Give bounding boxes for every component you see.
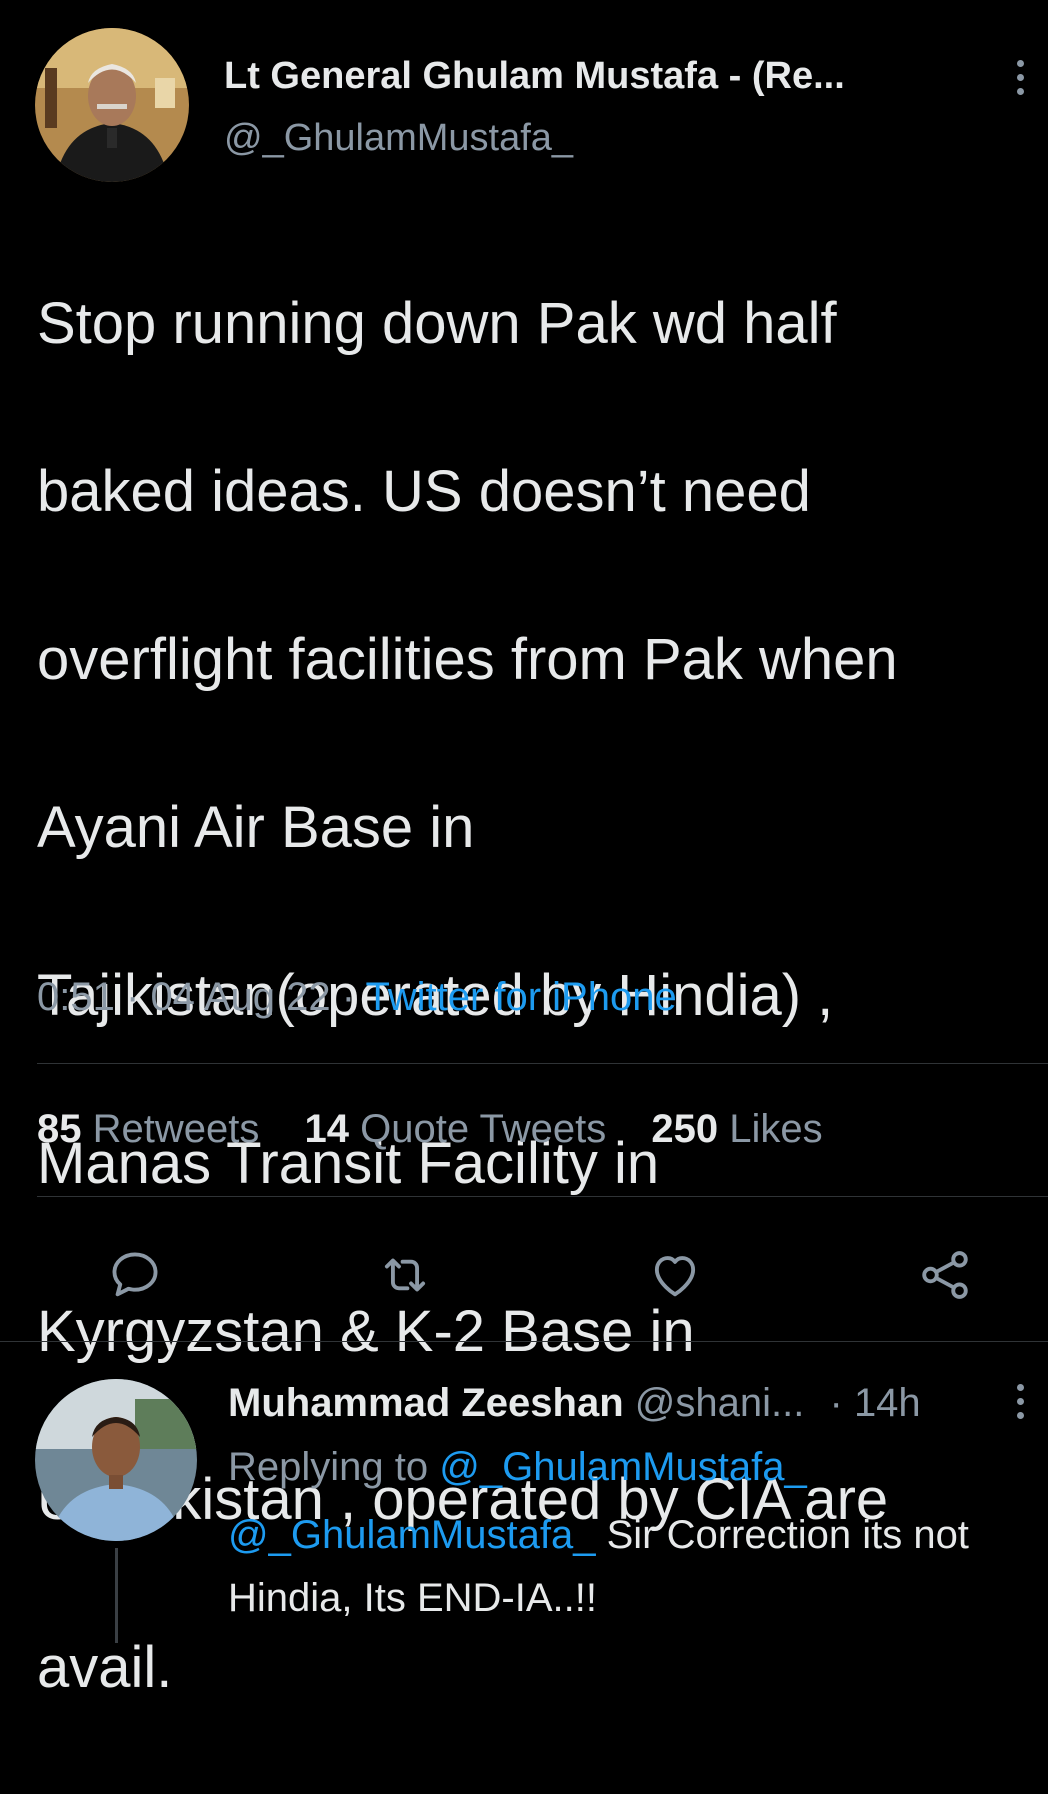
likes-count: 250 <box>651 1107 719 1151</box>
reply-button[interactable] <box>100 1240 170 1310</box>
meta-separator: · <box>125 975 140 1019</box>
replying-to-handle[interactable]: @_GhulamMustafa_ <box>439 1445 806 1489</box>
reply-separator: · <box>829 1381 843 1425</box>
tweet-text-line: overflight facilities from Pak when <box>37 627 898 692</box>
quote-tweets-label: Quote Tweets <box>360 1107 607 1151</box>
replying-to: Replying to @_GhulamMustafa_ <box>228 1445 807 1490</box>
reply-author-avatar[interactable] <box>35 1379 197 1541</box>
reply-text-part: Sir Correction its not <box>606 1513 969 1557</box>
heart-icon <box>654 1256 696 1297</box>
author-name[interactable]: Lt General Ghulam Mustafa - (Re... <box>224 55 845 98</box>
likes-stat[interactable]: 250 Likes <box>651 1107 822 1151</box>
reply-icon <box>112 1252 158 1297</box>
reply-text-line: Hindia, Its END-IA..!! <box>228 1576 597 1620</box>
share-button[interactable] <box>910 1240 980 1310</box>
reply-mention-link[interactable]: @_GhulamMustafa_ <box>228 1513 595 1557</box>
reply-author-name[interactable]: Muhammad Zeeshan <box>228 1381 624 1425</box>
quote-tweets-stat[interactable]: 14 Quote Tweets <box>305 1107 607 1151</box>
tweet-date[interactable]: 04 Aug 22 <box>150 975 330 1019</box>
retweet-button[interactable] <box>370 1240 440 1310</box>
author-handle[interactable]: @_GhulamMustafa_ <box>224 117 573 160</box>
divider <box>37 1196 1048 1197</box>
tweet-meta: 0:51 · 04 Aug 22 · Twitter for iPhone <box>37 975 677 1020</box>
tweet-text-line: Kyrgyzstan & K-2 Base in <box>37 1299 695 1364</box>
author-avatar[interactable] <box>35 28 189 182</box>
tweet-text-line: avail. <box>37 1635 173 1700</box>
divider <box>0 1341 1048 1342</box>
like-button[interactable] <box>640 1240 710 1310</box>
divider <box>37 1063 1048 1064</box>
author-avatar-image <box>35 28 189 182</box>
retweets-label: Retweets <box>92 1107 260 1151</box>
tweet-text-line: baked ideas. US doesn’t need <box>37 459 811 524</box>
tweet-text-line: Stop running down Pak wd half <box>37 291 837 356</box>
reply-header: Muhammad Zeeshan @shani... · 14h <box>228 1381 921 1426</box>
reply-author-avatar-image <box>35 1379 197 1541</box>
share-icon <box>922 1251 968 1299</box>
quote-tweets-count: 14 <box>304 1107 350 1151</box>
reply-more-options-icon[interactable] <box>1014 1384 1026 1419</box>
retweet-icon <box>384 1258 426 1292</box>
retweets-count: 85 <box>37 1107 82 1151</box>
tweet-stats: 85 Retweets 14 Quote Tweets 250 Likes <box>37 1107 857 1152</box>
tweet-source-link[interactable]: Twitter for iPhone <box>365 975 676 1019</box>
tweet-text-line: Ayani Air Base in <box>37 795 475 860</box>
retweets-stat[interactable]: 85 Retweets <box>37 1107 259 1151</box>
meta-separator: · <box>341 975 356 1019</box>
reply-text-line: @_GhulamMustafa_ Sir Correction its not <box>228 1513 969 1558</box>
replying-to-label: Replying to <box>228 1445 429 1489</box>
thread-line <box>115 1548 118 1643</box>
tweet-time[interactable]: 0:51 <box>37 975 115 1019</box>
reply-author-handle[interactable]: @shani... <box>635 1381 805 1425</box>
more-options-icon[interactable] <box>1014 60 1026 95</box>
likes-label: Likes <box>729 1107 823 1151</box>
reply-time[interactable]: 14h <box>854 1381 921 1425</box>
